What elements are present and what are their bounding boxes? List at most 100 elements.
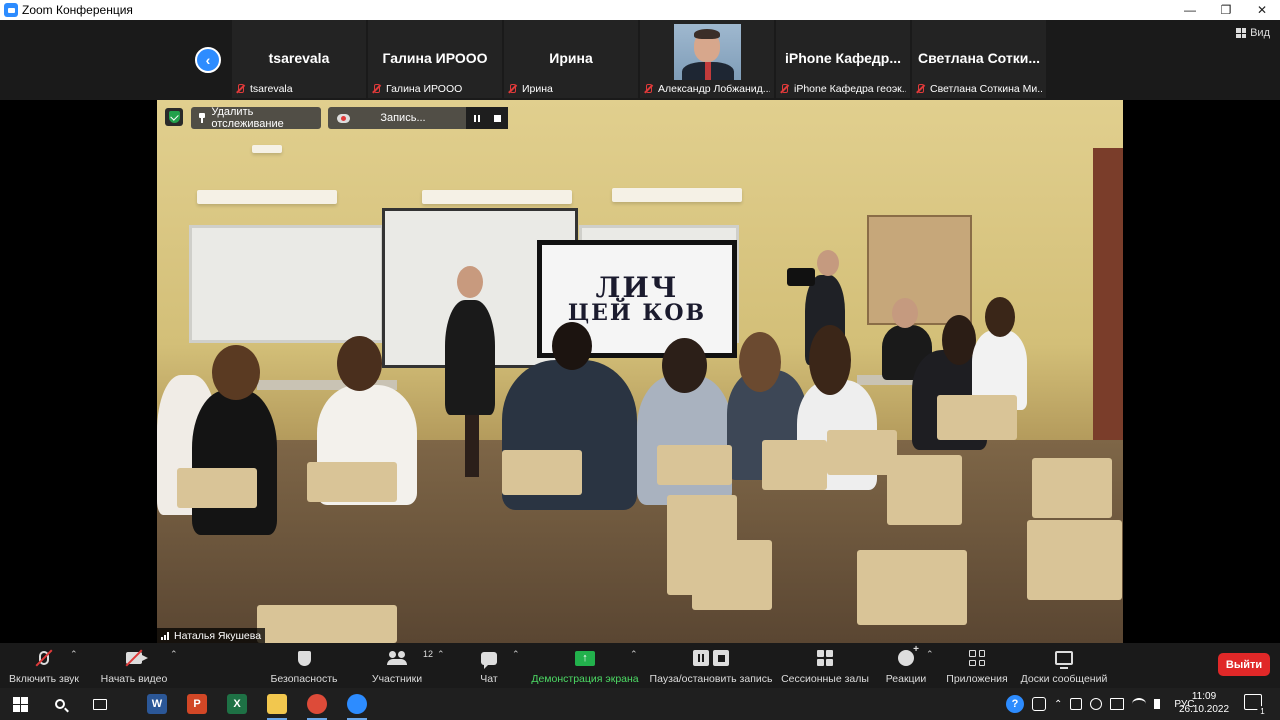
- participant-thumbnail[interactable]: Светлана Сотки... Светлана Соткина Ми...: [912, 20, 1048, 98]
- task-view-button[interactable]: [88, 688, 112, 720]
- mic-muted-icon: [642, 83, 654, 95]
- word-icon: W: [147, 694, 167, 714]
- slide-logo-top: ЛИЧ: [595, 271, 679, 304]
- mic-muted-icon: [914, 83, 926, 95]
- student-head: [662, 338, 707, 393]
- presenter: [445, 300, 495, 415]
- participant-label: Александр Лобжанид...: [642, 81, 770, 96]
- participants-label: Участники: [371, 673, 423, 685]
- stop-recording-button[interactable]: [487, 107, 508, 129]
- tray-expand-chevron-icon[interactable]: ⌃: [1054, 699, 1062, 710]
- view-button[interactable]: Вид: [1236, 27, 1270, 39]
- thumbnail-list: tsarevala tsarevala Галина ИРООО Галина …: [232, 20, 1048, 98]
- explorer-icon: [267, 694, 287, 714]
- remove-spotlight-button[interactable]: Удалить отслеживание: [191, 106, 321, 130]
- participant-thumbnail[interactable]: tsarevala tsarevala: [232, 20, 368, 98]
- minimize-button[interactable]: —: [1172, 0, 1208, 20]
- chair: [502, 450, 582, 495]
- video-options-chevron-icon[interactable]: ⌃: [170, 649, 178, 660]
- student-head: [942, 315, 976, 365]
- maximize-button[interactable]: ❐: [1208, 0, 1244, 20]
- ceiling-lamp: [252, 145, 282, 153]
- taskbar-app-button[interactable]: W: [140, 688, 174, 720]
- chat-bubble-icon: [481, 651, 497, 669]
- windows-taskbar: WPX ? ⌃ РУС: [0, 688, 1280, 720]
- pause-icon: [693, 650, 709, 666]
- stop-icon: [713, 650, 729, 666]
- breakout-rooms-button[interactable]: Сессионные залы: [781, 647, 869, 685]
- device-tray-icon[interactable]: [1070, 698, 1083, 710]
- audio-options-chevron-icon[interactable]: ⌃: [70, 649, 78, 660]
- pin-icon: [197, 113, 206, 123]
- powerpoint-icon: P: [187, 694, 207, 714]
- participants-options-chevron-icon[interactable]: ⌃: [437, 649, 445, 660]
- breakout-rooms-icon: [817, 650, 833, 666]
- meeting-toolbar: Включить звук ⌃ Начать видео ⌃ Безопасно…: [0, 643, 1280, 688]
- unmute-label: Включить звук: [8, 673, 80, 685]
- whiteboards-button[interactable]: Доски сообщений: [1020, 647, 1108, 685]
- participant-thumbnail[interactable]: Галина ИРООО Галина ИРООО: [368, 20, 504, 98]
- chair: [657, 445, 732, 485]
- slide-logo-bottom: ЦЕЙ КОВ: [567, 300, 707, 326]
- participant-label: Ирина: [506, 81, 634, 96]
- share-options-chevron-icon[interactable]: ⌃: [630, 649, 638, 660]
- apps-button[interactable]: Приложения: [946, 647, 1008, 685]
- reactions-button[interactable]: Реакции: [884, 644, 928, 685]
- sync-tray-icon[interactable]: [1090, 698, 1103, 710]
- ceiling-lamp: [422, 190, 572, 204]
- clock-date: 26.10.2022: [1178, 704, 1230, 715]
- presenter-legs: [465, 415, 479, 477]
- volume-icon[interactable]: [1154, 699, 1164, 709]
- participant-label-text: tsarevala: [250, 82, 293, 95]
- student-head: [337, 336, 382, 391]
- chrome-icon: [307, 694, 327, 714]
- recording-label: Запись...: [380, 112, 426, 124]
- participant-thumbnail[interactable]: iPhone Кафедр... iPhone Кафедра геоэк...: [776, 20, 912, 98]
- title-bar: Zoom Конференция — ❐ ✕: [0, 0, 1280, 20]
- leave-meeting-button[interactable]: Выйти: [1218, 653, 1270, 676]
- student-head: [212, 345, 260, 400]
- excel-icon: X: [227, 694, 247, 714]
- taskbar-app-button[interactable]: [340, 688, 374, 720]
- app-tray-icon[interactable]: [1032, 697, 1046, 711]
- start-button[interactable]: [8, 688, 32, 720]
- participant-label-text: Александр Лобжанид...: [658, 82, 770, 95]
- signal-strength-icon: [161, 631, 170, 640]
- taskbar-app-button[interactable]: [260, 688, 294, 720]
- taskbar-app-button[interactable]: [300, 688, 334, 720]
- search-button[interactable]: [48, 688, 72, 720]
- student: [192, 390, 277, 535]
- battery-icon[interactable]: [1110, 698, 1125, 710]
- chair: [1032, 458, 1112, 518]
- participant-label: tsarevala: [234, 81, 362, 96]
- help-icon[interactable]: ?: [1006, 695, 1024, 713]
- participant-display-name: iPhone Кафедр...: [784, 50, 902, 66]
- security-button[interactable]: Безопасность: [268, 647, 340, 685]
- start-video-button[interactable]: Начать видео: [100, 647, 168, 685]
- share-screen-button[interactable]: ↑ Демонстрация экрана: [530, 647, 640, 685]
- chevron-left-icon: ‹: [205, 52, 211, 68]
- wifi-icon[interactable]: [1132, 698, 1147, 710]
- participant-label-text: Светлана Соткина Ми...: [930, 82, 1042, 95]
- apps-grid-icon: [969, 650, 985, 666]
- reactions-label: Реакции: [885, 673, 927, 685]
- reactions-options-chevron-icon[interactable]: ⌃: [926, 649, 934, 660]
- previous-page-button[interactable]: ‹: [195, 47, 221, 73]
- participant-thumbnail[interactable]: Ирина Ирина: [504, 20, 640, 98]
- participant-video-thumbnail[interactable]: Александр Лобжанид...: [640, 20, 776, 98]
- participants-button[interactable]: 12 Участники: [370, 647, 433, 685]
- presenter-head: [457, 266, 483, 298]
- search-icon: [55, 699, 65, 709]
- taskbar-app-button[interactable]: P: [180, 688, 214, 720]
- close-button[interactable]: ✕: [1244, 0, 1280, 20]
- chat-options-chevron-icon[interactable]: ⌃: [512, 649, 520, 660]
- system-clock[interactable]: 11:09 26.10.2022: [1176, 690, 1232, 716]
- window-title: Zoom Конференция: [22, 3, 133, 17]
- chair: [937, 395, 1017, 440]
- chat-button[interactable]: Чат: [474, 647, 504, 685]
- security-label: Безопасность: [270, 673, 338, 685]
- encryption-shield-icon[interactable]: [165, 108, 183, 126]
- taskbar-app-button[interactable]: X: [220, 688, 254, 720]
- pause-recording-button[interactable]: [466, 107, 488, 129]
- pause-stop-recording-button[interactable]: Пауза/остановить запись: [650, 647, 772, 685]
